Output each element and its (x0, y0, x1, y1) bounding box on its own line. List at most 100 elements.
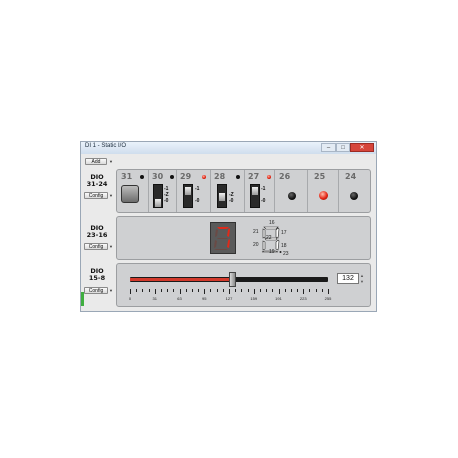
segment-button-diagram: 16 17 18 19 20 21 22 23 (252, 220, 296, 258)
seven-segment-digit (214, 227, 230, 250)
maximize-button[interactable]: □ (336, 143, 350, 152)
slider-tick-mark (167, 289, 169, 292)
group-label-dio-15-8: DIO 15-8 (88, 267, 106, 282)
slider-tick-mark (241, 289, 243, 292)
toggle-lever[interactable] (155, 199, 161, 207)
bit-31-cell: 31 (117, 170, 149, 212)
slider-tick-mark (160, 289, 162, 292)
slider-tick-mark (253, 289, 255, 294)
slider-thumb[interactable] (228, 272, 236, 287)
config-arrow-icon[interactable]: ▼ (109, 244, 113, 249)
slider-tick-mark (235, 289, 237, 292)
slider-tick-mark (278, 289, 280, 294)
slider-tick-mark (179, 289, 181, 294)
slider-tick-mark (247, 289, 249, 292)
spin-down-icon[interactable]: ▼ (359, 279, 365, 284)
slider-tick-mark (284, 289, 286, 292)
segment-label[interactable]: 17 (281, 230, 287, 236)
segment-label[interactable]: 23 (283, 251, 289, 257)
slider-tick-mark (303, 289, 305, 294)
static-io-window: DI 1 - Static I/O – □ ✕ Add ▼ DIO 31-24 … (80, 141, 377, 312)
slider-tick-mark (154, 289, 156, 294)
slider-tick-mark (321, 289, 323, 292)
spin-up-icon[interactable]: ▲ (359, 273, 365, 278)
title-bar[interactable]: DI 1 - Static I/O – □ ✕ (81, 142, 376, 154)
group-label-dio-23-16: DIO 23-16 (86, 224, 108, 239)
segment-label[interactable]: 20 (253, 242, 259, 248)
slider-tick-mark (216, 289, 218, 292)
toggle-lever[interactable] (219, 193, 225, 201)
config-button-dio-15-8[interactable]: Config (84, 287, 108, 294)
bit-number: 27 (248, 172, 260, 181)
bit-30-cell: 30 -1 -Z -0 (149, 170, 177, 212)
slider-tick-mark (173, 289, 175, 292)
bit-29-toggle-switch[interactable] (183, 184, 193, 208)
bit-28-cell: 28 -Z -0 (211, 170, 245, 212)
slider-tick-label: 255 (324, 296, 332, 301)
config-arrow-icon[interactable]: ▼ (109, 288, 113, 293)
bit-27-toggle-switch[interactable] (250, 184, 260, 208)
bit-29-cell: 29 -1 -0 (177, 170, 211, 212)
toggle-lever[interactable] (252, 187, 258, 195)
slider-tick-label: 159 (250, 296, 258, 301)
bit-number: 28 (214, 172, 226, 181)
dio-31-24-panel: 31 30 -1 -Z -0 29 -1 -0 28 -Z -0 27 -1 -… (116, 169, 371, 213)
bit-24-cell: 24 (339, 170, 370, 212)
group-label-dio-31-24: DIO 31-24 (86, 173, 108, 188)
slider-tick-label: 191 (275, 296, 282, 301)
bit-28-led (236, 175, 240, 179)
segment-label[interactable]: 19 (269, 249, 275, 255)
slider-fill (130, 278, 233, 281)
minimize-button[interactable]: – (321, 143, 336, 152)
bit-27-led (267, 175, 271, 179)
slider-tick-mark (142, 289, 144, 292)
slider-tick-label: 223 (299, 296, 307, 301)
close-button[interactable]: ✕ (350, 143, 374, 152)
segment-label[interactable]: 18 (281, 243, 287, 249)
bit-30-toggle-switch[interactable] (153, 184, 163, 208)
segment-label[interactable]: 16 (269, 220, 275, 226)
switch-labels: -1 -0 (195, 186, 200, 204)
toggle-lever[interactable] (185, 187, 191, 195)
window-title: DI 1 - Static I/O (85, 143, 127, 149)
slider-tick-mark (222, 289, 224, 292)
seven-segment-display: 7 (210, 222, 236, 254)
config-button-dio-31-24[interactable]: Config (84, 192, 108, 199)
slider-tick-mark (229, 289, 230, 294)
slider-tick-label: 0 (128, 296, 132, 301)
value-spinbox[interactable]: 132 (337, 273, 359, 284)
add-dropdown-arrow-icon[interactable]: ▼ (109, 159, 113, 164)
segment-label[interactable]: 22 (266, 235, 272, 241)
slider-tick-mark (148, 289, 150, 292)
slider-tick-mark (272, 289, 274, 292)
slider-tick-mark (266, 289, 268, 292)
slider-tick-mark (297, 289, 299, 292)
bit-25-led (319, 191, 328, 200)
config-button-dio-23-16[interactable]: Config (84, 243, 108, 250)
bit-number: 31 (121, 172, 133, 181)
status-indicator (81, 292, 84, 306)
switch-labels: -Z -0 (229, 192, 234, 204)
bit-28-toggle-switch[interactable] (217, 184, 227, 208)
slider-tick-mark (204, 289, 206, 294)
slider-tick-mark (309, 289, 311, 292)
bit-29-led (202, 175, 206, 179)
dio-15-8-panel: 0 31 63 95 127 159 191 223 255 132 ▲ ▼ (116, 263, 371, 307)
slider-tick-mark (315, 289, 317, 292)
add-button[interactable]: Add (85, 158, 107, 165)
slider-ticks: 0 31 63 95 127 159 191 223 255 (117, 289, 357, 307)
slider-tick-mark (191, 289, 193, 292)
switch-labels: -1 -Z -0 (164, 186, 169, 204)
bit-31-push-button[interactable] (121, 185, 139, 203)
segment-label[interactable]: 21 (253, 229, 259, 235)
dio-23-16-panel: 7 16 17 18 19 20 21 22 23 (116, 216, 371, 260)
slider-tick-label: 95 (202, 296, 207, 301)
config-arrow-icon[interactable]: ▼ (109, 193, 113, 198)
slider-tick-mark (290, 289, 292, 292)
slider-tick-mark (198, 289, 200, 292)
slider-tick-mark (130, 289, 131, 294)
bit-number: 29 (180, 172, 192, 181)
bit-27-cell: 27 -1 -0 (245, 170, 275, 212)
bit-number: 26 (279, 172, 291, 181)
switch-labels: -1 -0 (261, 186, 266, 204)
